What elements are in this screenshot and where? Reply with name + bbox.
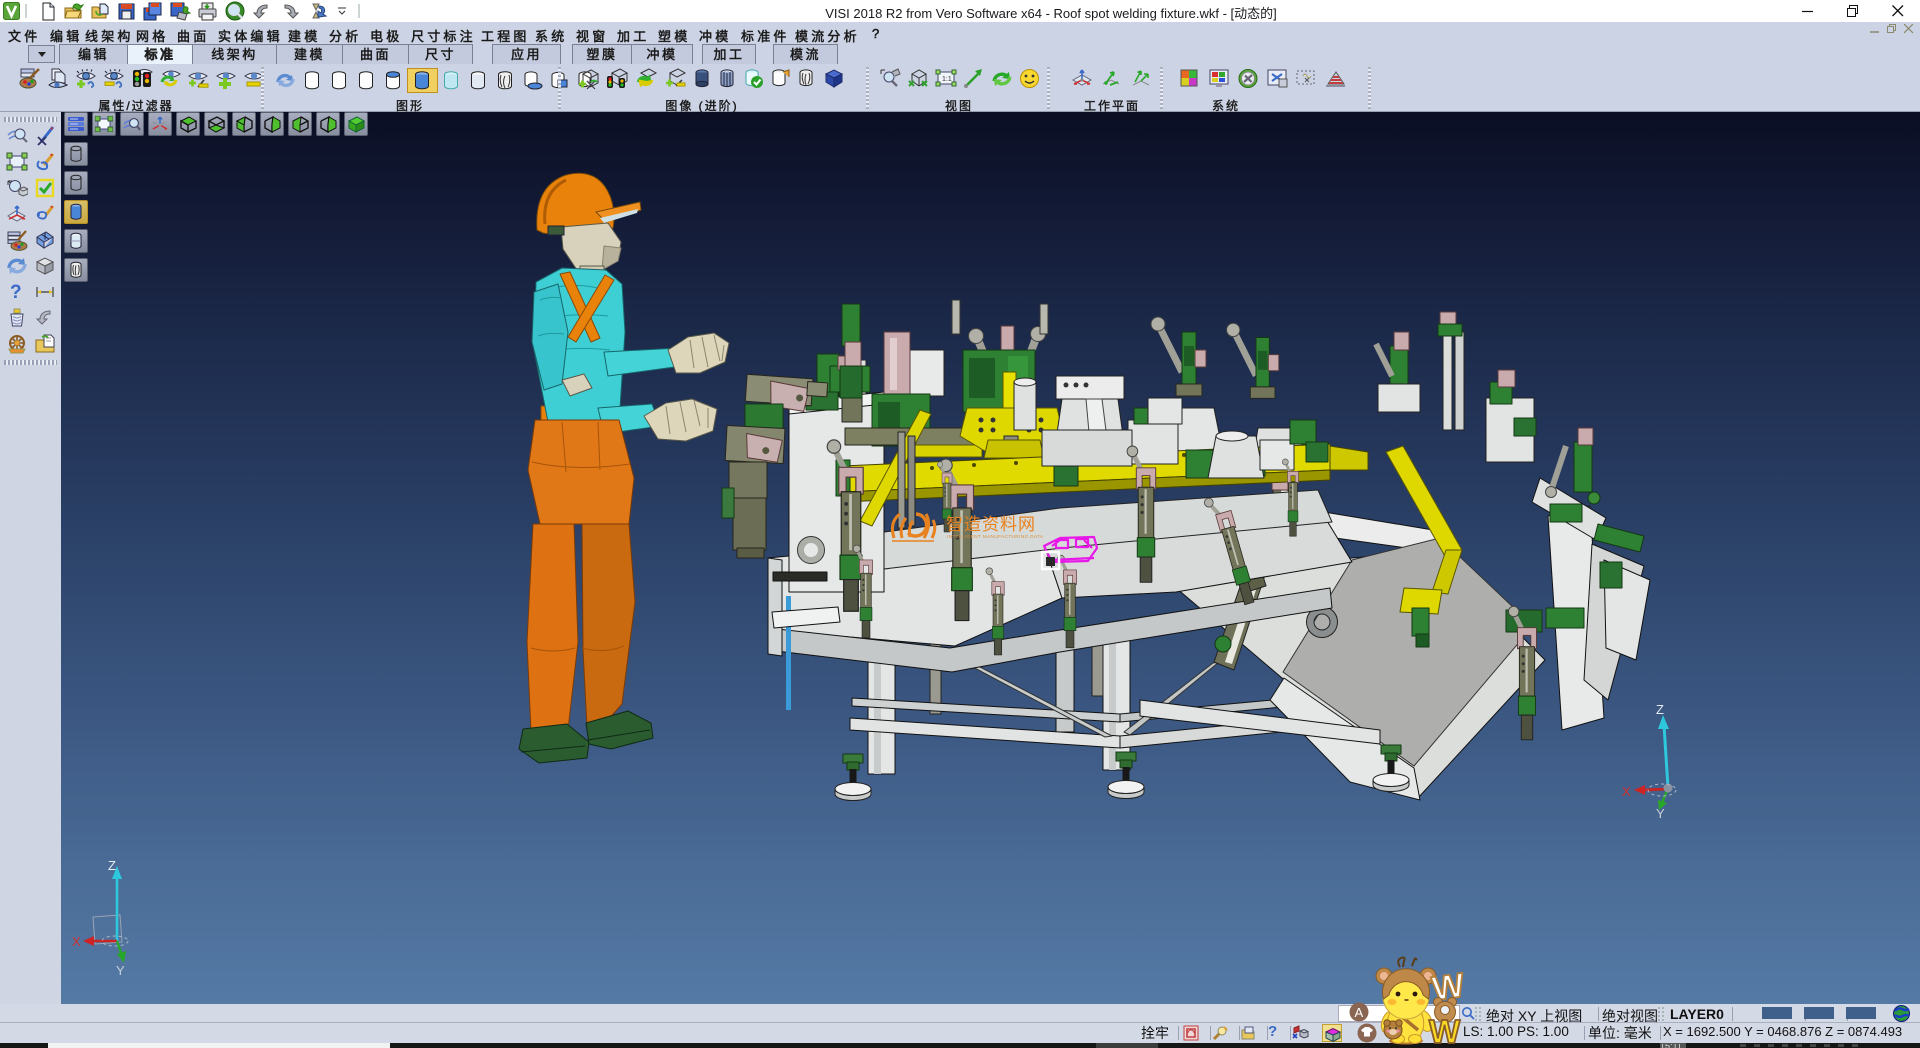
svg-text:1:1: 1:1 [942, 76, 952, 83]
svg-text:?: ? [10, 282, 22, 303]
